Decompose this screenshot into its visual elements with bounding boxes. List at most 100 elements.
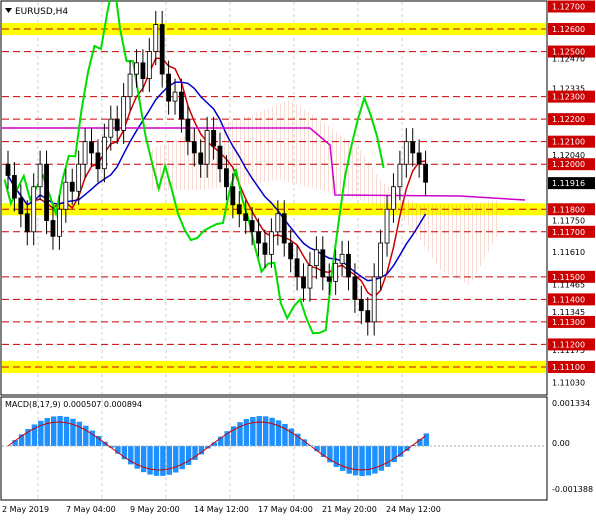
candle-body <box>275 213 281 233</box>
candle-body <box>301 276 306 289</box>
candle-body <box>12 175 17 199</box>
candle-body <box>134 62 139 75</box>
price-level-label: 1.12000 <box>552 160 585 169</box>
candle-body <box>82 141 88 165</box>
macd-bar <box>275 420 282 446</box>
candle-body <box>159 24 165 75</box>
candle-body <box>281 213 287 244</box>
macd-bar <box>262 416 269 446</box>
price-level-label: 1.11300 <box>552 318 585 327</box>
price-level-label: 1.12700 <box>552 3 585 12</box>
candle-body <box>5 163 11 176</box>
candle-body <box>326 276 332 282</box>
symbol-header: EURUSD,H4 <box>5 7 68 17</box>
price-tick-label: 1.11465 <box>552 281 585 290</box>
candle-body <box>127 73 133 98</box>
time-axis: 2 May 2019 7 May 04:00 9 May 20:00 14 May 1… <box>2 505 441 514</box>
macd-bar <box>179 446 185 470</box>
macd-bar <box>63 416 70 446</box>
candle-body <box>198 152 204 165</box>
candle-body <box>230 186 236 206</box>
candle-body <box>403 141 409 165</box>
candle-body <box>249 220 255 233</box>
candle-body <box>423 163 428 183</box>
macd-bar <box>256 416 262 446</box>
candle-body <box>140 62 146 79</box>
macd-bar <box>57 416 63 446</box>
candle-body <box>108 118 114 138</box>
macd-bar <box>140 446 147 473</box>
macd-bar <box>243 419 250 446</box>
macd-bar <box>102 441 108 446</box>
candle-body <box>352 276 358 300</box>
candle-body <box>391 186 396 210</box>
candle-body <box>339 253 345 264</box>
macd-title: MACD(8,17,9) 0.000507 0.000894 <box>5 400 142 409</box>
candle-body <box>146 51 152 79</box>
macd-axis-label: 0.001334 <box>552 399 590 408</box>
time-label: 24 May 12:00 <box>386 505 441 514</box>
price-tick-label: 1.11345 <box>552 308 585 317</box>
candle-body <box>44 163 49 221</box>
candle-body <box>101 136 107 170</box>
macd-bar <box>173 446 179 473</box>
price-level-label: 1.12200 <box>552 115 585 124</box>
candle-body <box>153 24 159 52</box>
candle-body <box>185 118 191 143</box>
candle-body <box>172 91 178 102</box>
candle-body <box>256 231 261 244</box>
candle-body <box>211 130 216 147</box>
candle-body <box>114 118 120 131</box>
candle-body <box>416 152 422 165</box>
candle-body <box>307 265 313 289</box>
candle-body <box>95 152 101 170</box>
candle-body <box>410 141 416 154</box>
price-tick-label: 1.11030 <box>552 379 585 388</box>
candle-body <box>24 213 30 233</box>
price-tick-label: 1.12470 <box>552 54 585 63</box>
macd-axis-label: 0.00 <box>552 439 570 448</box>
candle-body <box>191 141 197 154</box>
candle-body <box>18 197 24 215</box>
macd-axis-label: -0.001388 <box>552 485 593 494</box>
candle-body <box>37 163 43 188</box>
macd-bar <box>50 416 57 446</box>
candle-body <box>320 249 326 278</box>
candle-body <box>288 242 294 260</box>
candle-body <box>346 253 351 278</box>
price-tick-label: 1.11610 <box>552 248 585 257</box>
candle-body <box>89 141 94 154</box>
candle-body <box>313 249 319 266</box>
macd-bar <box>282 423 288 446</box>
time-label: 14 May 12:00 <box>194 505 249 514</box>
time-label: 7 May 04:00 <box>66 505 116 514</box>
candle-body <box>294 258 300 278</box>
macd-bar <box>372 446 378 474</box>
candle-body <box>243 213 249 221</box>
macd-bar <box>423 433 429 446</box>
macd-bar <box>166 446 173 475</box>
candle-body <box>236 204 242 215</box>
candle-body <box>333 262 339 282</box>
macd-bar <box>346 446 352 474</box>
candle-body <box>371 276 377 323</box>
macd-bar <box>269 417 275 446</box>
price-level-label: 1.12600 <box>552 25 585 34</box>
price-tick-label: 1.11750 <box>552 217 585 226</box>
candle-body <box>50 220 56 237</box>
macd-bar <box>378 446 385 471</box>
symbol-title: EURUSD,H4 <box>15 7 68 17</box>
time-label: 2 May 2019 <box>2 505 49 514</box>
macd-bar <box>70 418 76 446</box>
candle-body <box>179 91 184 120</box>
macd-bar <box>160 446 166 476</box>
macd-bar <box>147 446 153 475</box>
candle-body <box>76 163 82 192</box>
price-level-label: 1.11800 <box>552 205 585 214</box>
price-level-label: 1.11700 <box>552 228 585 237</box>
time-label: 21 May 20:00 <box>322 505 377 514</box>
chart-canvas[interactable]: 1.127001.126001.125001.124701.123351.123… <box>0 0 596 521</box>
candle-body <box>262 242 268 255</box>
candle-body <box>69 181 75 192</box>
candle-body <box>365 310 371 323</box>
